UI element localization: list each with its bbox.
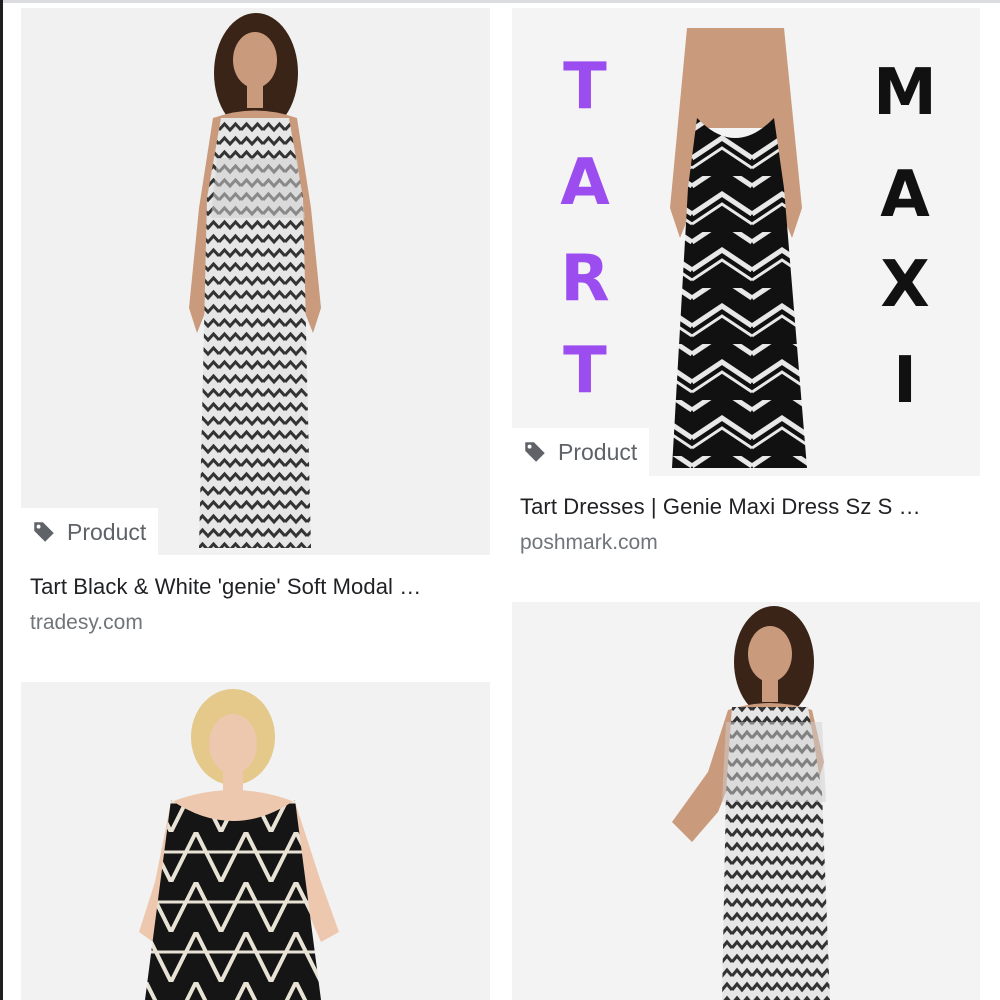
overlay-letter-t2: T: [563, 334, 607, 408]
model-dress-image-4: [672, 606, 830, 1000]
product-badge-label: Product: [558, 438, 638, 465]
result-thumbnail-1[interactable]: [21, 8, 490, 555]
result-thumbnail-2[interactable]: T A R T M A X I: [512, 8, 980, 476]
model-dress-image-1: [189, 13, 321, 548]
overlay-letter-a2: A: [880, 158, 930, 232]
top-border: [0, 0, 1000, 3]
result-source-1[interactable]: tradesy.com: [30, 611, 143, 635]
overlay-letter-a1: A: [560, 146, 610, 220]
overlay-letter-i: I: [893, 344, 917, 418]
overlay-letter-m: M: [873, 56, 937, 130]
product-badge-label: Product: [67, 518, 147, 545]
result-title-1[interactable]: Tart Black & White 'genie' Soft Modal …: [30, 574, 485, 600]
tag-icon: [34, 522, 54, 542]
result-thumbnail-4[interactable]: [512, 602, 980, 1000]
product-badge-2: Product: [512, 428, 650, 476]
left-border: [0, 0, 3, 1000]
result-source-2[interactable]: poshmark.com: [520, 531, 658, 555]
result-title-2[interactable]: Tart Dresses | Genie Maxi Dress Sz S …: [520, 494, 975, 520]
result-thumbnail-3[interactable]: [21, 682, 490, 1000]
overlay-letter-x: X: [880, 248, 930, 322]
product-badge-1: Product: [21, 508, 159, 556]
tag-icon: [525, 442, 545, 462]
overlay-letter-t1: T: [563, 50, 607, 124]
model-dress-image-3: [139, 689, 339, 1000]
overlay-letter-r: R: [560, 242, 610, 316]
